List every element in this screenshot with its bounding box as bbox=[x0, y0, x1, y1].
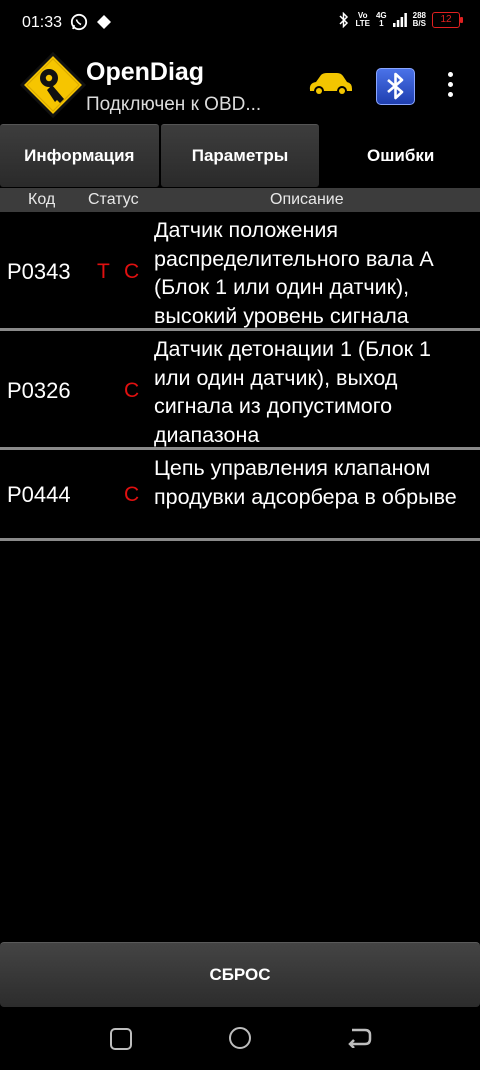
tab-errors[interactable]: Ошибки bbox=[321, 124, 480, 187]
tab-info[interactable]: Информация bbox=[0, 124, 159, 187]
battery-icon: 12 bbox=[432, 12, 463, 28]
status-bar: 01:33 Vo LTE 4G 1 288 B/S 12 bbox=[0, 0, 480, 46]
app-bar: OpenDiag Подключен к OBD... bbox=[0, 46, 480, 124]
home-icon[interactable] bbox=[229, 1027, 251, 1049]
tab-parameters[interactable]: Параметры bbox=[160, 124, 320, 187]
recent-apps-icon[interactable] bbox=[110, 1028, 132, 1050]
table-header: Код Статус Описание bbox=[0, 188, 480, 212]
bluetooth-status-icon bbox=[339, 12, 349, 28]
table-row[interactable]: P0343 T C Датчик положения распределител… bbox=[0, 212, 480, 331]
error-description: Датчик детонации 1 (Блок 1 или один датч… bbox=[154, 337, 432, 447]
opendiag-logo-icon bbox=[20, 52, 86, 118]
app-title: OpenDiag bbox=[86, 58, 205, 86]
nav-bar bbox=[0, 1006, 480, 1070]
net-speed-indicator: 288 B/S bbox=[412, 11, 426, 28]
error-code: P0343 bbox=[7, 259, 71, 284]
whatsapp-icon bbox=[70, 13, 88, 31]
status-current: C bbox=[124, 379, 140, 402]
signal-icon bbox=[392, 13, 407, 27]
header-description: Описание bbox=[270, 191, 344, 208]
connection-status: Подключен к OBD... bbox=[86, 94, 262, 115]
back-icon[interactable] bbox=[346, 1026, 372, 1048]
header-code: Код bbox=[28, 191, 56, 208]
status-temporary: T bbox=[97, 260, 110, 283]
overflow-menu-icon[interactable] bbox=[438, 72, 462, 102]
tab-bar: Информация Параметры Ошибки bbox=[0, 124, 480, 187]
header-status: Статус bbox=[88, 191, 139, 208]
error-code: P0444 bbox=[7, 482, 71, 507]
bluetooth-icon[interactable] bbox=[376, 68, 415, 105]
error-code: P0326 bbox=[7, 378, 71, 403]
diamond-icon bbox=[97, 15, 111, 29]
status-current: C bbox=[124, 260, 140, 283]
error-description: Датчик положения распределительного вала… bbox=[154, 218, 433, 328]
status-current: C bbox=[124, 483, 140, 506]
network-gen-indicator: 4G 1 bbox=[375, 11, 387, 28]
table-row[interactable]: P0444 C Цепь управления клапаном продувк… bbox=[0, 450, 480, 541]
error-list: P0343 T C Датчик положения распределител… bbox=[0, 212, 480, 541]
table-row[interactable]: P0326 C Датчик детонации 1 (Блок 1 или о… bbox=[0, 331, 480, 450]
reset-button[interactable]: СБРОС bbox=[0, 942, 480, 1007]
status-time: 01:33 bbox=[22, 14, 63, 31]
error-description: Цепь управления клапаном продувки адсорб… bbox=[154, 456, 457, 509]
car-icon[interactable] bbox=[306, 70, 354, 98]
volte-indicator: Vo LTE bbox=[355, 11, 370, 28]
